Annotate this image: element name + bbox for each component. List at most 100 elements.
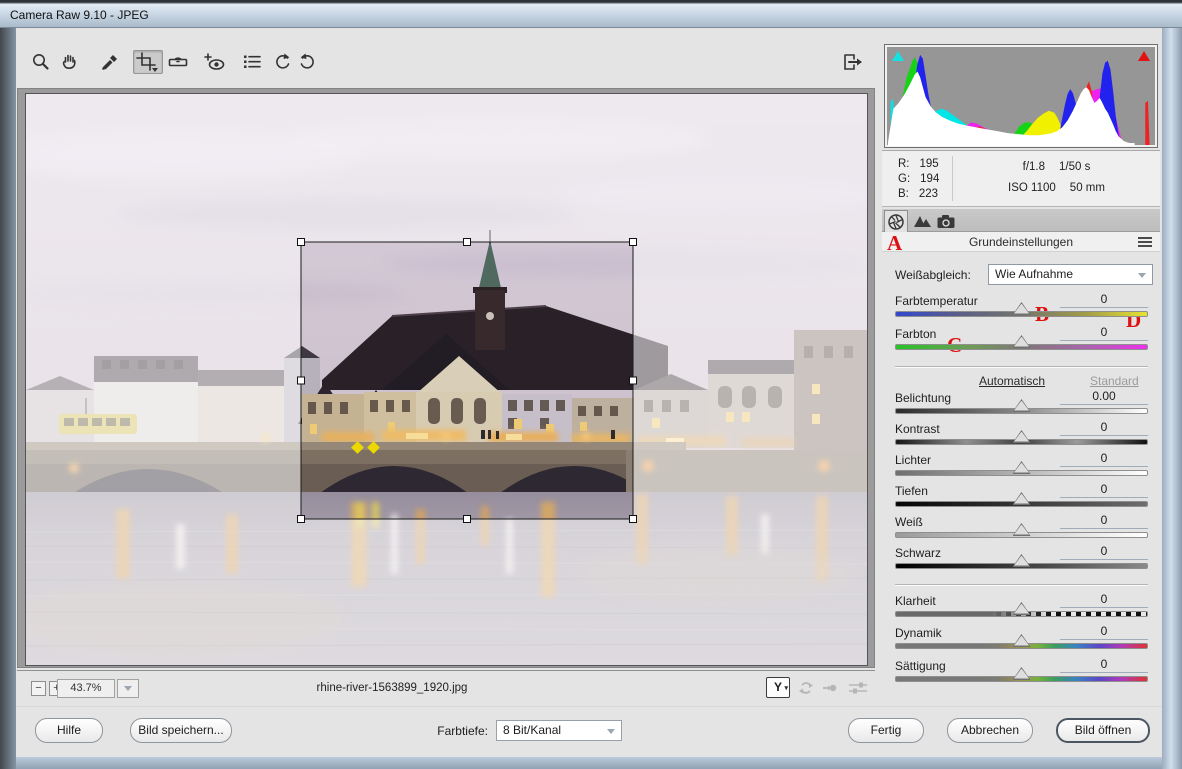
tab-basic[interactable] — [884, 210, 908, 232]
slider-label: Farbton — [895, 327, 936, 341]
status-strip: − + 43.7% rhine-river-1563899_1920.jpg Y… — [17, 670, 875, 706]
slider-label: Lichter — [895, 453, 931, 467]
slider-thumb[interactable] — [1013, 335, 1031, 348]
panel-title: Grundeinstellungen — [969, 235, 1073, 249]
slider-track[interactable] — [895, 344, 1148, 350]
chevron-down-icon — [124, 686, 132, 691]
rotate-left-tool-icon[interactable] — [270, 50, 296, 74]
window-border-right — [1162, 28, 1182, 769]
slider-thumb[interactable] — [1013, 667, 1031, 680]
highlight-clipping-indicator[interactable] — [1136, 49, 1152, 62]
toggle-fullscreen-icon[interactable] — [838, 50, 866, 74]
slider-label: Kontrast — [895, 422, 940, 436]
image-canvas-area — [17, 88, 875, 668]
auto-link[interactable]: Automatisch — [979, 374, 1045, 388]
straighten-tool-icon[interactable] — [165, 50, 191, 74]
open-image-button[interactable]: Bild öffnen — [1056, 718, 1150, 743]
slider-value-field[interactable]: 0.00 — [1060, 389, 1148, 405]
red-eye-tool-icon[interactable] — [202, 50, 228, 74]
preferences-tool-icon[interactable] — [239, 50, 265, 74]
slider-contrast: Kontrast 0 — [895, 422, 1148, 452]
slider-thumb[interactable] — [1013, 399, 1031, 412]
title-bar[interactable]: Camera Raw 9.10 - JPEG — [0, 0, 1182, 28]
window-title: Camera Raw 9.10 - JPEG — [10, 8, 149, 22]
slider-saturation: Sättigung0 — [895, 659, 1148, 689]
slider-shadows: Tiefen 0 — [895, 484, 1148, 514]
slider-thumb[interactable] — [1013, 492, 1031, 505]
divider — [895, 366, 1148, 368]
divider — [895, 584, 1148, 586]
slider-track[interactable] — [895, 470, 1148, 476]
filename-label: rhine-river-1563899_1920.jpg — [267, 682, 517, 694]
panel-tab-strip — [882, 209, 1160, 232]
histogram-layer — [1145, 101, 1149, 145]
panel-menu-icon[interactable] — [1138, 237, 1152, 247]
zoom-level-dropdown[interactable] — [117, 679, 139, 698]
zoom-out-button[interactable]: − — [31, 681, 46, 696]
slider-track[interactable] — [895, 676, 1148, 682]
save-image-button[interactable]: Bild speichern... — [130, 718, 232, 743]
slider-value-field[interactable]: 0 — [1060, 451, 1148, 467]
slider-thumb[interactable] — [1013, 634, 1031, 647]
color-depth-select[interactable]: 8 Bit/Kanal — [496, 720, 622, 741]
slider-value-field[interactable]: 0 — [1060, 292, 1148, 308]
slider-label: Tiefen — [895, 484, 928, 498]
crop-tool-icon[interactable] — [133, 50, 163, 74]
slider-value-field[interactable]: 0 — [1060, 482, 1148, 498]
window-border-left — [0, 28, 16, 769]
slider-value-field[interactable]: 0 — [1060, 513, 1148, 529]
annotation-letter-a: A — [887, 231, 902, 256]
dialog-footer: Hilfe Bild speichern... Farbtiefe: 8 Bit… — [16, 706, 1162, 757]
slider-value-field[interactable]: 0 — [1060, 624, 1148, 640]
slider-thumb[interactable] — [1013, 430, 1031, 443]
tab-camera-calibration[interactable] — [934, 210, 958, 232]
slider-thumb[interactable] — [1013, 523, 1031, 536]
slider-thumb[interactable] — [1013, 602, 1031, 615]
slider-track[interactable] — [895, 611, 1148, 617]
zoom-level-field[interactable]: 43.7% — [57, 679, 115, 698]
slider-track[interactable] — [895, 643, 1148, 649]
histogram — [884, 44, 1158, 148]
panel-header: Grundeinstellungen — [882, 232, 1160, 252]
histogram-layer — [888, 143, 1135, 146]
slider-label: Schwarz — [895, 546, 941, 560]
cancel-button[interactable]: Abbrechen — [947, 718, 1033, 743]
slider-thumb[interactable] — [1013, 554, 1031, 567]
chevron-down-icon: ▾ — [784, 679, 788, 698]
slider-track[interactable] — [895, 563, 1148, 569]
slider-label: Dynamik — [895, 626, 942, 640]
slider-thumb[interactable] — [1013, 461, 1031, 474]
slider-thumb[interactable] — [1013, 302, 1031, 315]
preview-mode-button[interactable]: Y▾ — [766, 677, 790, 698]
slider-value-field[interactable]: 0 — [1060, 325, 1148, 341]
tab-detail[interactable] — [910, 210, 934, 232]
camera-raw-dialog: Camera Raw 9.10 - JPEG — [0, 0, 1182, 769]
rotate-right-tool-icon[interactable] — [294, 50, 320, 74]
slider-value-field[interactable]: 0 — [1060, 592, 1148, 608]
white-balance-select[interactable]: Wie Aufnahme — [988, 264, 1153, 285]
slider-track[interactable] — [895, 532, 1148, 538]
chevron-down-icon — [1138, 273, 1146, 278]
chevron-down-icon — [607, 729, 615, 734]
slider-track[interactable] — [895, 408, 1148, 414]
slider-tint: Farbton 0 — [895, 327, 1148, 357]
standard-link[interactable]: Standard — [1090, 374, 1139, 388]
white-balance-tool-icon[interactable] — [97, 50, 123, 74]
slider-track[interactable] — [895, 311, 1148, 317]
zoom-tool-icon[interactable] — [28, 50, 54, 74]
color-depth-value: 8 Bit/Kanal — [503, 723, 561, 737]
slider-value-field[interactable]: 0 — [1060, 657, 1148, 673]
photo-rhine-river[interactable] — [25, 93, 868, 666]
slider-highlights: Lichter 0 — [895, 453, 1148, 483]
hand-tool-icon[interactable] — [57, 50, 83, 74]
shadow-clipping-indicator[interactable] — [890, 49, 906, 62]
done-button[interactable]: Fertig — [848, 718, 924, 743]
exif-info-panel: R: 195 G: 194 B: 223 f/1.81/50 s ISO 110… — [882, 150, 1160, 207]
exposure-readout: f/1.81/50 s ISO 110050 mm — [953, 157, 1160, 199]
slider-temp: Farbtemperatur0 — [895, 294, 1148, 324]
slider-value-field[interactable]: 0 — [1060, 544, 1148, 560]
slider-track[interactable] — [895, 439, 1148, 445]
help-button[interactable]: Hilfe — [35, 718, 103, 743]
slider-track[interactable] — [895, 501, 1148, 507]
slider-value-field[interactable]: 0 — [1060, 420, 1148, 436]
